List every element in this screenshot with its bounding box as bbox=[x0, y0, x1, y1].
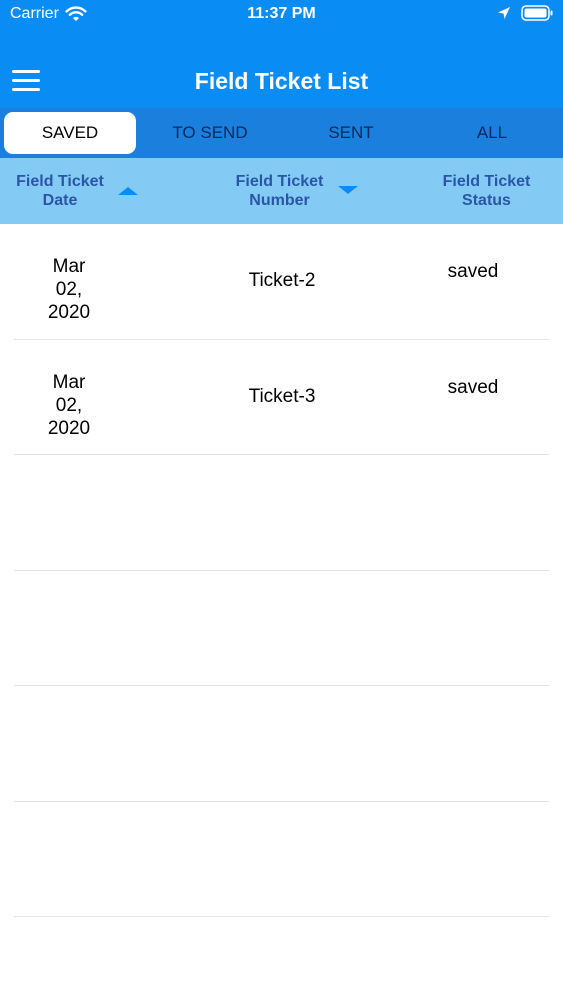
table-row[interactable]: Mar 02, 2020 Ticket-3 saved bbox=[0, 340, 563, 455]
empty-row bbox=[0, 571, 563, 686]
empty-row bbox=[0, 802, 563, 917]
row-divider bbox=[14, 916, 549, 917]
sort-descending-icon[interactable] bbox=[338, 186, 358, 194]
ticket-status: saved bbox=[447, 376, 499, 398]
tab-saved[interactable]: SAVED bbox=[4, 112, 136, 154]
tab-to-send[interactable]: TO SEND bbox=[144, 112, 276, 154]
battery-icon bbox=[521, 5, 553, 21]
ticket-number: Ticket-3 bbox=[248, 385, 316, 407]
app-header: Carrier 11:37 PM Field Ticket List bbox=[0, 0, 563, 108]
tab-all[interactable]: ALL bbox=[426, 112, 558, 154]
page-title: Field Ticket List bbox=[194, 68, 369, 94]
table-header: Field Ticket Date Field Ticket Number Fi… bbox=[0, 158, 563, 224]
tab-sent[interactable]: SENT bbox=[285, 112, 417, 154]
column-header-status[interactable]: Field Ticket Status bbox=[420, 172, 553, 210]
ticket-date: Mar 02, 2020 bbox=[47, 256, 91, 323]
navigation-bar: Field Ticket List bbox=[0, 58, 563, 106]
filter-tabs: SAVED TO SEND SENT ALL bbox=[0, 108, 563, 158]
ticket-status: saved bbox=[447, 261, 499, 282]
table-row[interactable]: Mar 02, 2020 Ticket-2 saved bbox=[0, 224, 563, 340]
status-bar: Carrier 11:37 PM bbox=[0, 0, 563, 30]
column-header-number[interactable]: Field Ticket Number bbox=[212, 172, 347, 210]
ticket-date: Mar 02, 2020 bbox=[47, 371, 91, 439]
column-header-date[interactable]: Field Ticket Date bbox=[4, 172, 116, 210]
empty-row bbox=[0, 455, 563, 571]
location-arrow-icon bbox=[498, 7, 510, 19]
status-icons bbox=[497, 5, 553, 21]
status-time: 11:37 PM bbox=[247, 5, 316, 22]
sort-ascending-icon[interactable] bbox=[118, 187, 138, 195]
ticket-number: Ticket-2 bbox=[248, 270, 316, 291]
empty-row bbox=[0, 686, 563, 802]
ticket-list: Mar 02, 2020 Ticket-2 saved Mar 02, 2020… bbox=[0, 224, 563, 917]
